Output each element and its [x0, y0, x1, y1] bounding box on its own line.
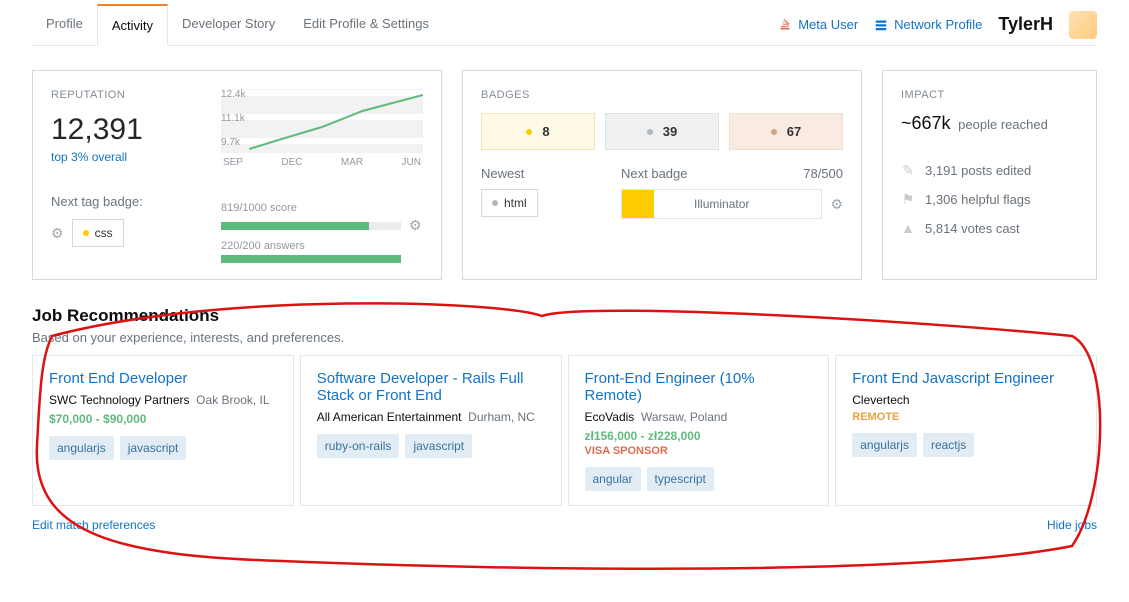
impact-reach-number: ~667k	[901, 113, 951, 133]
impact-reach-suffix: people reached	[958, 117, 1048, 132]
reputation-rank-link[interactable]: top 3% overall	[51, 150, 127, 164]
job-card[interactable]: Front End Developer SWC Technology Partne…	[32, 355, 294, 506]
job-tag[interactable]: javascript	[405, 434, 472, 458]
silver-dot-icon	[492, 200, 498, 206]
helpful-flags: 1,306 helpful flags	[925, 192, 1031, 207]
next-tag-badge-label: Next tag badge:	[51, 194, 221, 209]
jobs-title: Job Recommendations	[32, 306, 1097, 326]
gold-dot-icon	[83, 230, 89, 236]
bronze-badge-count[interactable]: 67	[729, 113, 843, 150]
reputation-card: REPUTATION 12,391 top 3% overall Next ta…	[32, 70, 442, 280]
meta-user-link[interactable]: Meta User	[778, 17, 858, 32]
impact-card: IMPACT ~667k people reached ✎ 3,191 posts…	[882, 70, 1097, 280]
chart-xlabel: DEC	[281, 157, 302, 168]
gear-icon[interactable]: ⚙	[830, 196, 843, 213]
job-title-link[interactable]: Front End Javascript Engineer	[852, 370, 1080, 387]
edit-match-preferences-link[interactable]: Edit match preferences	[32, 518, 155, 532]
job-tag[interactable]: javascript	[120, 436, 187, 460]
job-recommendations-section: Job Recommendations Based on your experi…	[32, 306, 1097, 532]
job-title-link[interactable]: Front End Developer	[49, 370, 277, 387]
gold-dot-icon	[526, 129, 532, 135]
chart-ylabel-mid: 11.1k	[221, 113, 245, 124]
hide-jobs-link[interactable]: Hide jobs	[1047, 518, 1097, 532]
pencil-icon: ✎	[901, 162, 915, 179]
job-card[interactable]: Software Developer - Rails Full Stack or…	[300, 355, 562, 506]
gear-icon[interactable]: ⚙	[51, 225, 64, 242]
job-tag[interactable]: reactjs	[923, 433, 974, 457]
chart-xlabel: JUN	[402, 157, 421, 168]
posts-edited: 3,191 posts edited	[925, 163, 1031, 178]
chart-xlabel: MAR	[341, 157, 363, 168]
next-badge-label: Next badge	[621, 166, 688, 181]
job-tag[interactable]: ruby-on-rails	[317, 434, 400, 458]
next-badge-count: 78/500	[803, 166, 843, 181]
flag-icon: ⚑	[901, 191, 915, 208]
job-salary: zł156,000 - zł228,000	[585, 429, 701, 443]
job-meta: Clevertech	[852, 393, 1080, 407]
job-meta: EcoVadis Warsaw, Poland	[585, 410, 813, 424]
job-card[interactable]: Front-End Engineer (10% Remote) EcoVadis …	[568, 355, 830, 506]
job-tag[interactable]: angularjs	[852, 433, 917, 457]
gold-badge-count[interactable]: 8	[481, 113, 595, 150]
answers-progress-bar	[221, 255, 401, 263]
tab-activity[interactable]: Activity	[97, 4, 168, 46]
job-salary: $70,000 - $90,000	[49, 412, 146, 426]
job-meta: SWC Technology Partners Oak Brook, IL	[49, 393, 277, 407]
reputation-title: REPUTATION	[51, 89, 221, 101]
topbar-right: Meta User Network Profile TylerH	[778, 11, 1097, 39]
job-card[interactable]: Front End Javascript Engineer Clevertech R…	[835, 355, 1097, 506]
stack-icon	[778, 19, 792, 31]
votes-cast: 5,814 votes cast	[925, 221, 1020, 236]
network-profile-link[interactable]: Network Profile	[874, 17, 982, 32]
activity-cards: REPUTATION 12,391 top 3% overall Next ta…	[32, 70, 1097, 280]
badges-title: BADGES	[481, 89, 843, 101]
network-profile-label: Network Profile	[894, 17, 982, 32]
badges-card: BADGES 8 39 67 Newest html Next badge 78…	[462, 70, 862, 280]
jobs-subtitle: Based on your experience, interests, and…	[32, 330, 1097, 345]
job-remote-badge: REMOTE	[852, 411, 1080, 423]
top-bar: Profile Activity Developer Story Edit Pr…	[32, 0, 1097, 46]
tab-developer-story[interactable]: Developer Story	[168, 4, 289, 45]
tab-profile[interactable]: Profile	[32, 4, 97, 45]
next-tag-badge[interactable]: css	[72, 219, 124, 247]
newest-badge-text: html	[504, 196, 527, 210]
reputation-value: 12,391	[51, 113, 221, 147]
silver-dot-icon	[647, 129, 653, 135]
gear-icon[interactable]: ⚙	[409, 217, 422, 234]
score-progress-bar	[221, 222, 401, 230]
answers-progress-label: 220/200 answers	[221, 240, 423, 252]
profile-tabs: Profile Activity Developer Story Edit Pr…	[32, 4, 443, 45]
score-progress-label: 819/1000 score	[221, 202, 423, 214]
username[interactable]: TylerH	[998, 14, 1053, 35]
next-badge-name: Illuminator	[694, 197, 749, 211]
job-title-link[interactable]: Front-End Engineer (10% Remote)	[585, 370, 813, 404]
next-tag-badge-text: css	[95, 226, 113, 240]
chart-ylabel-bot: 9.7k	[221, 137, 240, 148]
reputation-chart: 12.4k 11.1k 9.7k	[221, 89, 423, 153]
job-tag[interactable]: angularjs	[49, 436, 114, 460]
newest-badge[interactable]: html	[481, 189, 538, 217]
chart-xlabel: SEP	[223, 157, 243, 168]
silver-badge-count[interactable]: 39	[605, 113, 719, 150]
job-title-link[interactable]: Software Developer - Rails Full Stack or…	[317, 370, 545, 404]
job-visa-badge: VISA SPONSOR	[585, 445, 813, 457]
network-icon	[874, 19, 888, 31]
chart-ylabel-top: 12.4k	[221, 89, 245, 100]
avatar[interactable]	[1069, 11, 1097, 39]
vote-icon: ▲	[901, 220, 915, 236]
job-tag[interactable]: typescript	[647, 467, 714, 491]
job-meta: All American Entertainment Durham, NC	[317, 410, 545, 424]
bronze-dot-icon	[771, 129, 777, 135]
newest-badge-label: Newest	[481, 166, 601, 181]
job-tag[interactable]: angular	[585, 467, 641, 491]
meta-user-label: Meta User	[798, 17, 858, 32]
impact-title: IMPACT	[901, 89, 1078, 101]
tab-edit-profile[interactable]: Edit Profile & Settings	[289, 4, 443, 45]
next-badge-progress: Illuminator	[621, 189, 822, 219]
